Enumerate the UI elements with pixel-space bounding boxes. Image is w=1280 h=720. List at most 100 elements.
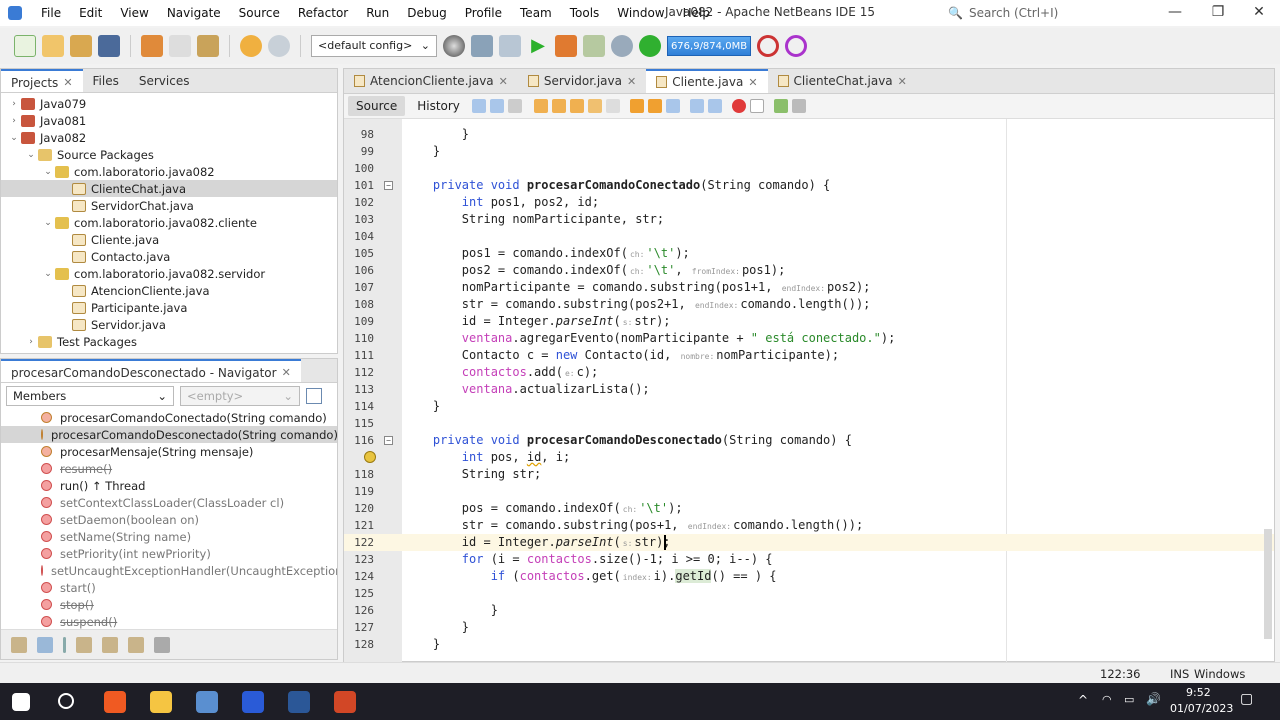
clock-time[interactable]: 9:52 [1186,686,1211,699]
show-fields-icon[interactable] [37,636,53,653]
editor-tab[interactable]: Cliente.java ✕ [646,69,768,93]
gc-icon[interactable] [757,35,779,57]
code-line[interactable]: 113 ventana.actualizarLista(); [344,381,1274,398]
build-icon[interactable] [471,35,493,57]
find-selection-icon[interactable] [587,99,602,113]
code-line[interactable]: 115 [344,415,1274,432]
last-edit-icon[interactable] [471,99,486,113]
menu-edit[interactable]: Edit [70,6,111,20]
find-icon[interactable] [533,99,548,113]
menu-team[interactable]: Team [511,6,561,20]
menu-run[interactable]: Run [357,6,398,20]
menu-refactor[interactable]: Refactor [289,6,357,20]
forward-icon[interactable] [507,99,522,113]
tree-item[interactable]: ClienteChat.java [1,180,337,197]
vertical-scrollbar[interactable] [1264,529,1272,639]
code-editor[interactable]: 98 } 99 } 100 101− private void procesarCom… [344,119,1274,663]
code-line[interactable]: 120 pos = comando.indexOf(ch: '\t'); [344,500,1274,517]
sort-by-name-icon[interactable] [154,636,170,653]
set-project-config-icon[interactable] [443,35,465,57]
show-static-icon[interactable] [63,636,66,653]
code-line[interactable]: 111 Contacto c = new Contacto(id, nombre… [344,347,1274,364]
tab-projects[interactable]: Projects ✕ [1,69,83,92]
code-line[interactable]: int pos, id, i; [344,449,1274,466]
close-tab-icon[interactable]: ✕ [898,75,907,88]
source-tab[interactable]: Source [348,96,406,116]
expand-arrow-icon[interactable]: ⌄ [24,150,38,160]
navigator-item[interactable]: setUncaughtExceptionHandler(UncaughtExce… [1,562,337,579]
next-bookmark-icon[interactable] [647,99,662,113]
editor-tab[interactable]: ClienteChat.java ✕ [768,69,917,93]
redo-icon[interactable] [268,35,290,57]
show-hidden-icons-icon[interactable]: ^ [1078,693,1088,707]
code-line[interactable]: 110 ventana.agregarEvento(nomParticipant… [344,330,1274,347]
code-line[interactable]: 114 } [344,398,1274,415]
tree-item[interactable]: AtencionCliente.java [1,282,337,299]
tree-item[interactable]: › Java079 [1,95,337,112]
code-line[interactable]: 102 int pos1, pos2, id; [344,194,1274,211]
word-icon[interactable] [288,691,310,713]
stop-macro-icon[interactable] [749,99,764,113]
undo-icon[interactable] [240,35,262,57]
tree-item[interactable]: Servidor.java [1,316,337,333]
members-filter-select[interactable]: Members ⌄ [6,386,174,406]
battery-icon[interactable]: ▭ [1124,693,1134,706]
menu-debug[interactable]: Debug [398,6,455,20]
editor-tab[interactable]: Servidor.java ✕ [518,69,646,93]
tree-item[interactable]: ⌄ com.laboratorio.java082 [1,163,337,180]
code-line[interactable]: 124 if (contactos.get(index: i).getId() =… [344,568,1274,585]
lightbulb-hint-icon[interactable] [364,451,376,463]
save-all-icon[interactable] [98,35,120,57]
navigator-item[interactable]: setDaemon(boolean on) [1,511,337,528]
memory-indicator[interactable]: 676,9/874,0MB [667,36,751,56]
tree-item[interactable]: Participante.java [1,299,337,316]
navigator-item[interactable]: resume() [1,460,337,477]
code-line[interactable]: 112 contactos.add(e: c); [344,364,1274,381]
start-macro-icon[interactable] [731,99,746,113]
code-line[interactable]: 126 } [344,602,1274,619]
debug-icon[interactable] [555,35,577,57]
code-line[interactable]: 103 String nomParticipante, str; [344,211,1274,228]
code-line[interactable]: 105 pos1 = comando.indexOf(ch: '\t'); [344,245,1274,262]
menu-tools[interactable]: Tools [561,6,609,20]
navigator-item[interactable]: suspend() [1,613,337,630]
panel-layout-icon[interactable] [306,388,322,404]
show-inherited-icon[interactable] [11,636,27,653]
code-line[interactable]: 98 } [344,126,1274,143]
navigator-item[interactable]: procesarComandoDesconectado(String coman… [1,426,337,443]
cut-icon[interactable] [141,35,163,57]
close-tab-icon[interactable]: ✕ [748,76,757,89]
navigator-item[interactable]: procesarMensaje(String mensaje) [1,443,337,460]
clean-build-icon[interactable] [499,35,521,57]
close-tab-icon[interactable]: ✕ [499,75,508,88]
brave-icon[interactable] [104,691,126,713]
expand-arrow-icon[interactable]: ⌄ [41,218,55,228]
menu-view[interactable]: View [111,6,157,20]
menu-profile[interactable]: Profile [456,6,511,20]
code-line[interactable]: 106 pos2 = comando.indexOf(ch: '\t', from… [344,262,1274,279]
find-previous-icon[interactable] [551,99,566,113]
attach-debugger-icon[interactable] [611,35,633,57]
show-fqn-icon[interactable] [102,636,118,653]
paste-icon[interactable] [197,35,219,57]
search-icon[interactable] [58,693,74,709]
tree-item[interactable]: ⌄ com.laboratorio.java082.servidor [1,265,337,282]
tree-item[interactable]: ⌄ com.laboratorio.java082.cliente [1,214,337,231]
tab-services[interactable]: Services [129,69,200,92]
expand-arrow-icon[interactable]: › [7,116,21,126]
code-line[interactable]: 101 − private void procesarComandoConecta… [344,177,1274,194]
uncomment-icon[interactable] [791,99,806,113]
tab-navigator[interactable]: procesarComandoDesconectado - Navigator ✕ [1,359,301,382]
code-line[interactable]: 109 id = Integer.parseInt(s: str); [344,313,1274,330]
config-select[interactable]: <default config> ⌄ [311,35,437,57]
code-line[interactable]: 100 [344,160,1274,177]
toggle-bookmark-icon[interactable] [665,99,680,113]
navigator-item[interactable]: procesarComandoConectado(String comando) [1,409,337,426]
tree-item[interactable]: › Java081 [1,112,337,129]
navigator-item[interactable]: run() ↑ Thread [1,477,337,494]
profile-icon[interactable] [583,35,605,57]
history-tab[interactable]: History [409,96,468,116]
menu-file[interactable]: File [32,6,70,20]
code-line[interactable]: 122 id = Integer.parseInt(s: str); [344,534,1274,551]
code-line[interactable]: 116 − private void procesarComandoDescone… [344,432,1274,449]
